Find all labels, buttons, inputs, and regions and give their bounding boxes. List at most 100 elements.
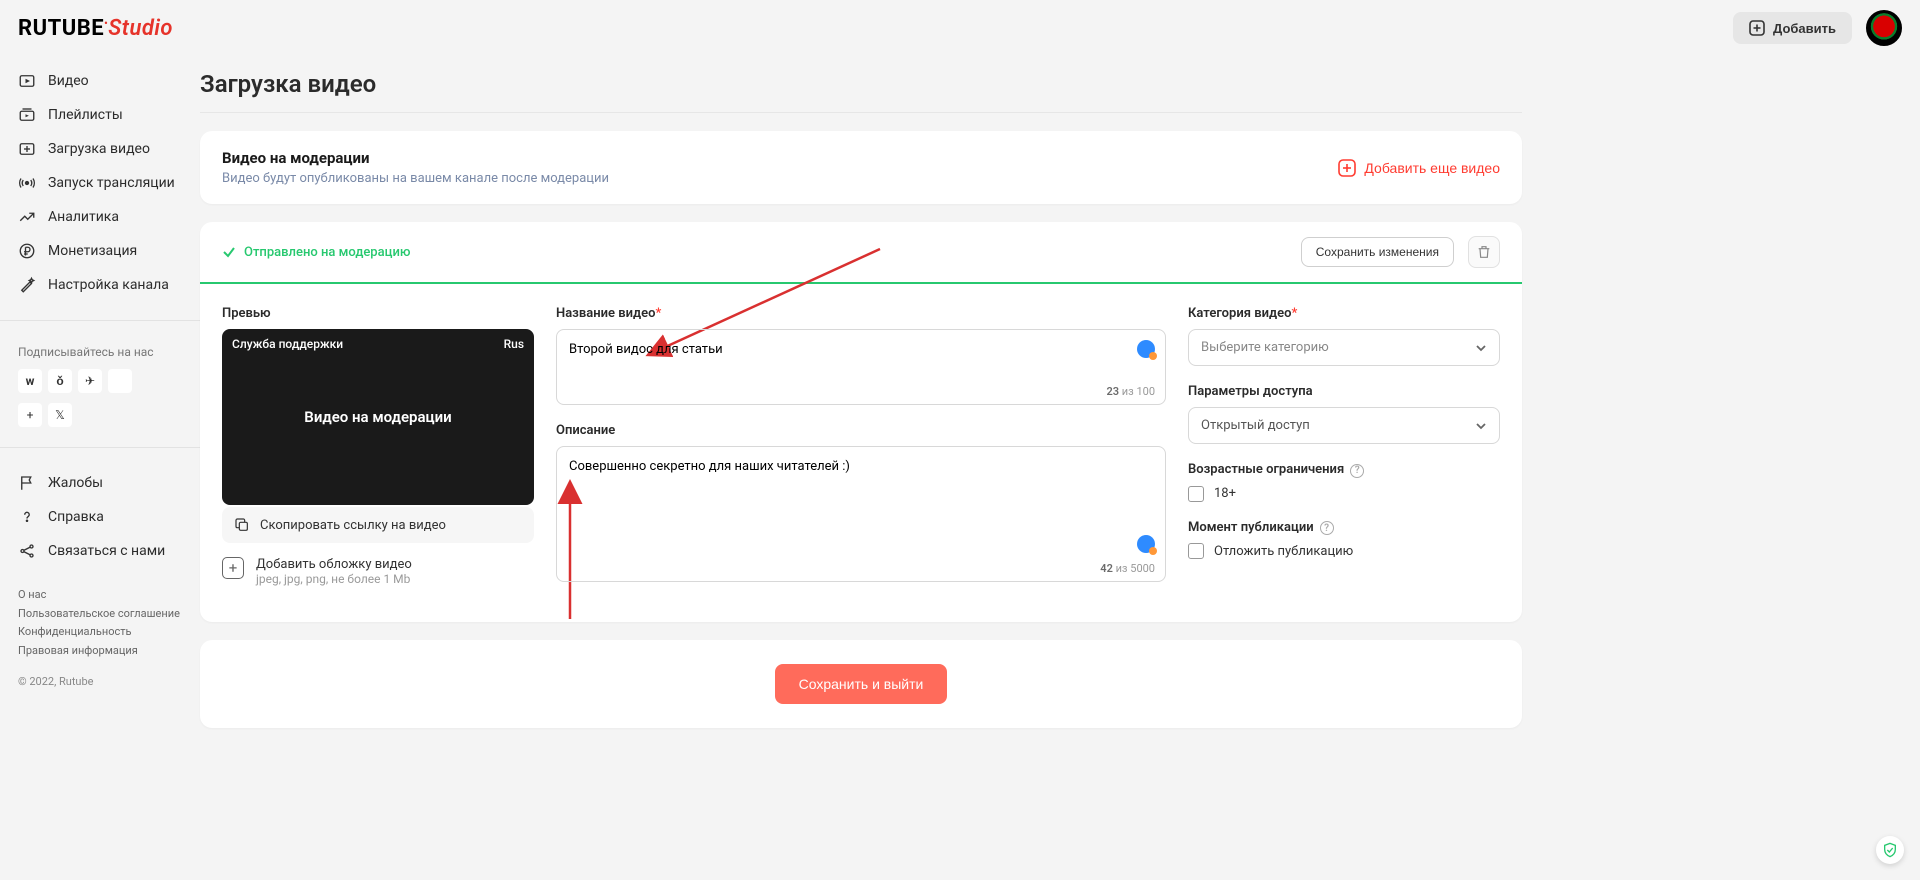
desc-char-counter: 42 из 5000 <box>1100 562 1155 575</box>
help-icon[interactable]: ? <box>1350 464 1364 478</box>
sidebar-item-label: Справка <box>48 509 104 525</box>
age-option-label: 18+ <box>1214 486 1236 501</box>
check-icon <box>222 245 236 259</box>
sidebar: Видео Плейлисты Загрузка видео Запуск тр… <box>0 0 200 880</box>
sidebar-item-upload[interactable]: Загрузка видео <box>0 132 200 166</box>
publish-label: Момент публикации? <box>1188 520 1500 536</box>
footer-link-legal[interactable]: Правовая информация <box>18 642 182 661</box>
share-icon <box>18 542 36 560</box>
security-shield-badge[interactable] <box>1876 836 1904 864</box>
sidebar-item-label: Настройка канала <box>48 277 169 293</box>
copy-icon <box>234 517 250 533</box>
counter-current: 42 <box>1100 562 1113 575</box>
broadcast-icon <box>18 174 36 192</box>
save-exit-button[interactable]: Сохранить и выйти <box>775 664 948 704</box>
publish-label-text: Момент публикации <box>1188 520 1314 535</box>
shield-check-icon <box>1882 842 1898 858</box>
publish-field-block: Момент публикации? Отложить публикацию <box>1188 520 1500 560</box>
moderation-status-label: Отправлено на модерацию <box>244 245 410 260</box>
delete-button[interactable] <box>1468 236 1500 268</box>
checkbox-icon <box>1188 486 1204 502</box>
chevron-down-icon <box>1475 420 1487 432</box>
form-body: Превью Служба поддержки Rus Видео на мод… <box>200 284 1522 622</box>
sidebar-item-settings[interactable]: Настройка канала <box>0 268 200 302</box>
footer-links: О нас Пользовательское соглашение Конфид… <box>0 576 200 671</box>
side-column: Категория видео* Выберите категорию Пара… <box>1188 306 1500 600</box>
category-select[interactable]: Выберите категорию <box>1188 329 1500 366</box>
access-select[interactable]: Открытый доступ <box>1188 407 1500 444</box>
save-changes-button[interactable]: Сохранить изменения <box>1301 237 1454 267</box>
social-vk-icon[interactable]: w <box>18 369 42 393</box>
video-form-card: Отправлено на модерацию Сохранить измене… <box>200 222 1522 622</box>
sidebar-nav-help: Жалобы Справка Связаться с нами <box>0 458 200 576</box>
sidebar-item-video[interactable]: Видео <box>0 64 200 98</box>
social-telegram-icon[interactable]: ✈ <box>78 369 102 393</box>
ai-suggest-icon[interactable] <box>1137 340 1155 358</box>
desc-textbox: 42 из 5000 <box>556 446 1166 582</box>
analytics-icon <box>18 208 36 226</box>
save-exit-panel: Сохранить и выйти <box>200 640 1522 728</box>
sidebar-item-label: Монетизация <box>48 243 137 259</box>
age-label-text: Возрастные ограничения <box>1188 462 1344 477</box>
sidebar-item-playlists[interactable]: Плейлисты <box>0 98 200 132</box>
social-ok-icon[interactable]: ǒ <box>48 369 72 393</box>
sidebar-item-monetization[interactable]: Монетизация <box>0 234 200 268</box>
divider <box>0 320 200 321</box>
desc-field-block: Описание 42 из 5000 <box>556 423 1166 582</box>
sidebar-item-stream[interactable]: Запуск трансляции <box>0 166 200 200</box>
social-plus-icon[interactable]: + <box>18 403 42 427</box>
moderation-title: Видео на модерации <box>222 149 609 167</box>
logo[interactable]: RUTUBE•Studio <box>18 16 173 41</box>
sidebar-item-help[interactable]: Справка <box>0 500 200 534</box>
counter-current: 23 <box>1106 385 1119 398</box>
form-toolbar: Отправлено на модерацию Сохранить измене… <box>200 222 1522 284</box>
title-input[interactable] <box>557 330 1165 400</box>
plus-square-icon <box>1749 20 1765 36</box>
footer-link-privacy[interactable]: Конфиденциальность <box>18 623 182 642</box>
add-cover-button[interactable]: + Добавить обложку видео jpeg, jpg, png,… <box>222 557 534 586</box>
preview-center-text: Видео на модерации <box>304 408 451 426</box>
moderation-subtitle: Видео будут опубликованы на вашем канале… <box>222 171 609 186</box>
title-field-block: Название видео* 23 из 100 <box>556 306 1166 405</box>
footer-link-about[interactable]: О нас <box>18 586 182 605</box>
subscribe-title: Подписывайтесь на нас <box>0 331 200 369</box>
social-more-icon[interactable] <box>108 369 132 393</box>
avatar[interactable] <box>1866 10 1902 46</box>
ai-suggest-icon[interactable] <box>1137 535 1155 553</box>
category-field-block: Категория видео* Выберите категорию <box>1188 306 1500 366</box>
sidebar-item-contact[interactable]: Связаться с нами <box>0 534 200 568</box>
add-more-video-button[interactable]: Добавить еще видео <box>1338 159 1500 177</box>
page-title: Загрузка видео <box>200 70 1522 113</box>
header-right-group: Добавить <box>1733 10 1902 46</box>
preview-thumbnail: Служба поддержки Rus Видео на модерации <box>222 329 534 505</box>
add-button[interactable]: Добавить <box>1733 12 1852 44</box>
help-icon[interactable]: ? <box>1320 521 1334 535</box>
age-checkbox[interactable]: 18+ <box>1188 486 1500 502</box>
desc-input[interactable] <box>557 447 1165 577</box>
chevron-down-icon <box>1475 342 1487 354</box>
social-twitter-icon[interactable]: 𝕏 <box>48 403 72 427</box>
main-content: Загрузка видео Видео на модерации Видео … <box>200 0 1540 880</box>
copy-link-button[interactable]: Скопировать ссылку на видео <box>222 507 534 543</box>
publish-checkbox[interactable]: Отложить публикацию <box>1188 543 1500 559</box>
checkbox-icon <box>1188 543 1204 559</box>
add-cover-label: Добавить обложку видео <box>256 557 412 572</box>
publish-option-label: Отложить публикацию <box>1214 544 1353 559</box>
title-label: Название видео* <box>556 306 1166 321</box>
sidebar-nav-main: Видео Плейлисты Загрузка видео Запуск тр… <box>0 56 200 310</box>
add-button-label: Добавить <box>1773 21 1836 36</box>
add-cover-hint: jpeg, jpg, png, не более 1 Mb <box>256 572 412 586</box>
sidebar-item-label: Запуск трансляции <box>48 175 175 191</box>
preview-tl-badge: Служба поддержки <box>232 337 343 351</box>
copy-link-label: Скопировать ссылку на видео <box>260 518 446 533</box>
social-row: w ǒ ✈ <box>0 369 200 403</box>
preview-label: Превью <box>222 306 534 321</box>
sidebar-item-analytics[interactable]: Аналитика <box>0 200 200 234</box>
counter-max: 100 <box>1136 385 1155 398</box>
access-label: Параметры доступа <box>1188 384 1500 399</box>
flag-icon <box>18 474 36 492</box>
add-more-label: Добавить еще видео <box>1364 160 1500 176</box>
preview-column: Превью Служба поддержки Rus Видео на мод… <box>222 306 534 600</box>
footer-link-terms[interactable]: Пользовательское соглашение <box>18 605 182 624</box>
sidebar-item-complaints[interactable]: Жалобы <box>0 466 200 500</box>
